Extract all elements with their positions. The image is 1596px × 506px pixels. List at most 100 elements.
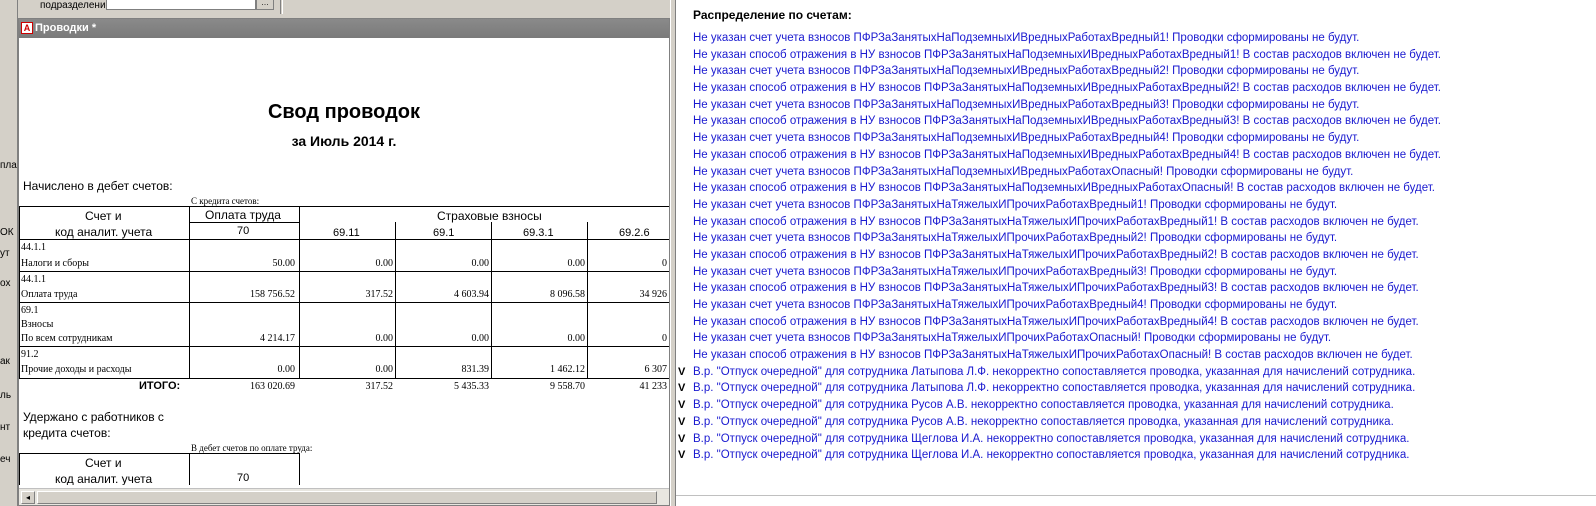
panel-divider [676,495,1596,496]
message-item[interactable]: Не указан счет учета взносов ПФРЗаЗаняты… [676,130,1596,147]
row-value: 34 926 [639,289,668,300]
total-value: 41 233 [639,381,668,392]
bg-side-label: ль [0,390,12,401]
row-value: 0.00 [471,333,490,344]
credit-caption: С кредита счетов: [191,196,260,206]
bottom-col-account-header: Счет и [85,456,122,470]
message-text: Не указан счет учета взносов ПФРЗаЗаняты… [693,98,1360,111]
col-account-header: Счет и [85,209,122,223]
insurance-code: 69.2.6 [619,227,650,239]
row-value: 0.00 [375,258,394,269]
message-text: В.р. "Отпуск очередной" для сотрудника Щ… [693,449,1410,462]
message-item[interactable]: V В.р. "Отпуск очередной" для сотрудника … [676,447,1596,464]
message-text: Не указан счет учета взносов ПФРЗаЗаняты… [693,165,1354,178]
message-text: Не указан способ отражения в НУ взносов … [693,215,1419,228]
section-withheld-label: Удержано с работников с [23,410,164,424]
message-item[interactable]: Не указан счет учета взносов ПФРЗаЗаняты… [676,297,1596,314]
scroll-thumb[interactable] [37,491,657,504]
department-select-button[interactable]: … [256,0,274,10]
background-window-edge: пла ОК ут ох ак ль нт еч [0,0,18,506]
row-value: 4 214.17 [260,333,295,344]
report-subtitle: за Июль 2014 г. [291,133,397,149]
bottom-col-salary-code: 70 [237,472,250,484]
row-account-name: Взносы [21,319,54,330]
messages-list[interactable]: Не указан счет учета взносов ПФРЗаЗаняты… [676,30,1596,464]
message-text: Не указан способ отражения в НУ взносов … [693,248,1419,261]
message-item[interactable]: Не указан способ отражения в НУ взносов … [676,280,1596,297]
message-mark: V [678,399,686,412]
message-item[interactable]: Не указан способ отражения в НУ взносов … [676,314,1596,331]
message-item[interactable]: Не указан способ отражения в НУ взносов … [676,347,1596,364]
message-item[interactable]: Не указан способ отражения в НУ взносов … [676,113,1596,130]
messages-panel: Распределение по счетам: Не указан счет … [676,0,1596,506]
message-item[interactable]: Не указан счет учета взносов ПФРЗаЗаняты… [676,264,1596,281]
total-value: 317.52 [365,381,394,392]
row-value: 50.00 [272,258,296,269]
message-text: Не указан способ отражения в НУ взносов … [693,349,1413,362]
col-insurance-header: Страховые взносы [437,209,542,223]
message-item[interactable]: Не указан способ отражения в НУ взносов … [676,247,1596,264]
message-text: Не указан счет учета взносов ПФРЗаЗаняты… [693,65,1360,78]
message-item[interactable]: Не указан способ отражения в НУ взносов … [676,47,1596,64]
document-icon: A [21,22,33,34]
message-item[interactable]: Не указан способ отражения в НУ взносов … [676,214,1596,231]
message-text: Не указан способ отражения в НУ взносов … [693,48,1441,61]
message-item[interactable]: V В.р. "Отпуск очередной" для сотрудника … [676,397,1596,414]
message-text: Не указан способ отражения в НУ взносов … [693,282,1419,295]
report-sheet[interactable]: Свод проводок за Июль 2014 г. Начислено … [19,39,669,485]
bg-side-label: ак [0,356,10,367]
row-account-code: 44.1.1 [21,274,46,285]
message-item[interactable]: Не указан счет учета взносов ПФРЗаЗаняты… [676,97,1596,114]
section-debit-label: Начислено в дебет счетов: [23,179,173,193]
row-account-code: 69.1 [21,305,39,316]
bg-side-label[interactable]: ОК [0,227,14,238]
message-item[interactable]: Не указан способ отражения в НУ взносов … [676,147,1596,164]
row-value: 0 [662,333,667,344]
row-value: 158 756.52 [250,289,295,300]
department-label: подразделение: [40,0,114,11]
message-item[interactable]: Не указан счет учета взносов ПФРЗаЗаняты… [676,330,1596,347]
message-item[interactable]: V В.р. "Отпуск очередной" для сотрудника … [676,431,1596,448]
row-value: 0.00 [471,258,490,269]
report-window-title: Проводки * [35,22,97,34]
message-item[interactable]: Не указан способ отражения в НУ взносов … [676,80,1596,97]
row-value: 0.00 [375,364,394,375]
row-value: 0.00 [277,364,296,375]
message-item[interactable]: Не указан счет учета взносов ПФРЗаЗаняты… [676,164,1596,181]
report-window-titlebar[interactable]: A Проводки * [19,19,669,38]
col-account-header-2: код аналит. учета [55,225,153,239]
report-window: A Проводки * Свод проводок за Июль 2014 … [18,18,670,506]
message-text: Не указан счет учета взносов ПФРЗаЗаняты… [693,198,1338,211]
message-text: Не указан способ отражения в НУ взносов … [693,182,1435,195]
row-value: 0.00 [567,333,586,344]
row-account-name: Налоги и сборы [21,258,89,269]
message-text: В.р. "Отпуск очередной" для сотрудника Л… [693,382,1416,395]
row-value: 831.39 [461,364,490,375]
bg-side-label: нт [0,422,11,433]
message-text: Не указан счет учета взносов ПФРЗаЗаняты… [693,132,1360,145]
message-text: В.р. "Отпуск очередной" для сотрудника Л… [693,365,1416,378]
message-mark: V [678,382,686,395]
insurance-code: 69.3.1 [523,227,554,239]
message-item[interactable]: Не указан счет учета взносов ПФРЗаЗаняты… [676,63,1596,80]
row-account-code: 44.1.1 [21,242,46,253]
message-text: Не указан счет учета взносов ПФРЗаЗаняты… [693,332,1332,345]
message-item[interactable]: Не указан счет учета взносов ПФРЗаЗаняты… [676,197,1596,214]
row-value: 317.52 [365,289,394,300]
row-account-code: 91.2 [21,349,39,360]
department-input[interactable] [106,0,256,10]
message-item[interactable]: V В.р. "Отпуск очередной" для сотрудника … [676,414,1596,431]
scroll-left-icon[interactable]: ◂ [21,491,35,504]
row-value: 4 603.94 [454,289,489,300]
horizontal-scrollbar[interactable]: ◂ [19,488,669,505]
message-item[interactable]: Не указан способ отражения в НУ взносов … [676,180,1596,197]
message-item[interactable]: V В.р. "Отпуск очередной" для сотрудника … [676,380,1596,397]
message-text: Не указан счет учета взносов ПФРЗаЗаняты… [693,32,1360,44]
message-item[interactable]: V В.р. "Отпуск очередной" для сотрудника … [676,364,1596,381]
message-mark: V [678,432,686,445]
row-value: 1 462.12 [550,364,585,375]
section-withheld-label-2: кредита счетов: [23,426,111,440]
bottom-col-account-header-2: код аналит. учета [55,472,153,485]
message-item[interactable]: Не указан счет учета взносов ПФРЗаЗаняты… [676,30,1596,47]
message-item[interactable]: Не указан счет учета взносов ПФРЗаЗаняты… [676,230,1596,247]
